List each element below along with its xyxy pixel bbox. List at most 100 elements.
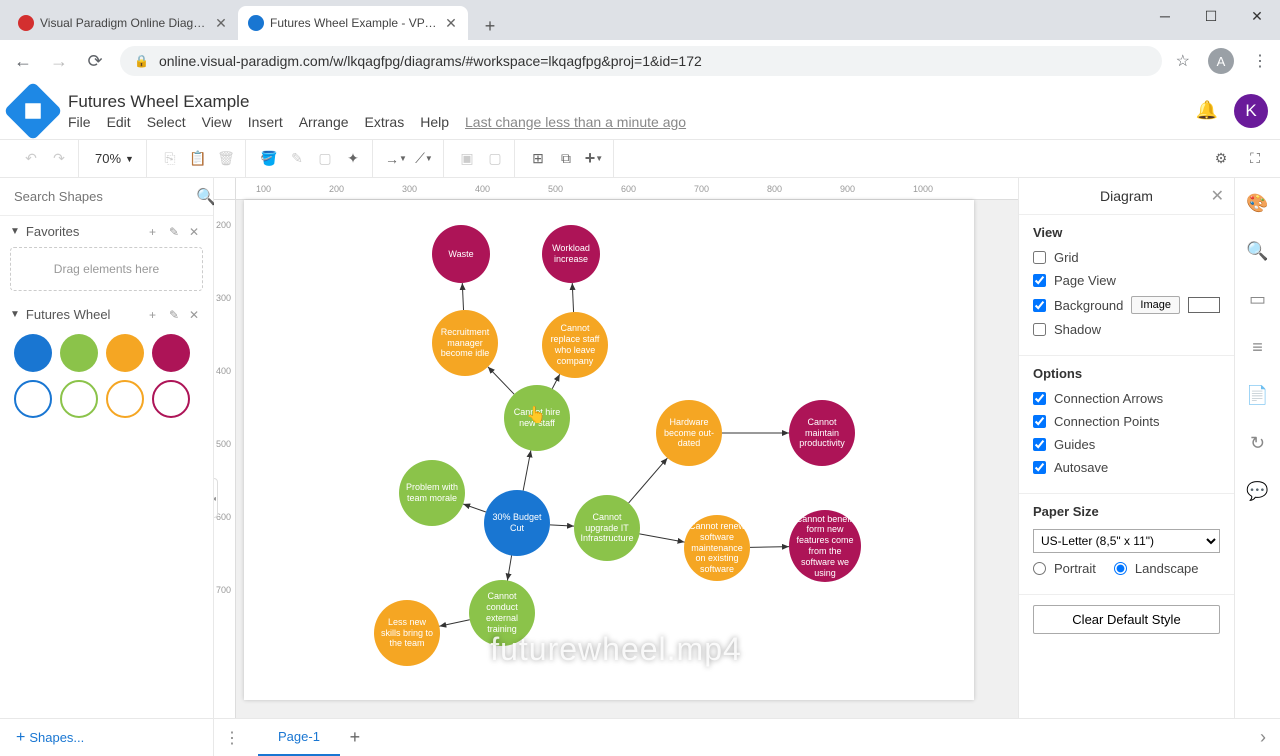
portrait-radio[interactable]	[1033, 562, 1046, 575]
menu-file[interactable]: File	[68, 114, 91, 130]
browser-tab-1[interactable]: Futures Wheel Example - VP Onl ✕	[238, 6, 468, 40]
undo-button[interactable]: ↶	[18, 146, 44, 172]
waypoint-button[interactable]: ⟋ ▼	[411, 146, 437, 172]
canvas-page[interactable]: 30% Budget Cut Cannot hire new staff Probl…	[244, 200, 974, 700]
paper-size-select[interactable]: US-Letter (8,5" x 11")	[1033, 529, 1220, 553]
minimize-button[interactable]: ─	[1142, 0, 1188, 32]
diagram-node-benefit[interactable]: Cannot benefit form new features come fr…	[789, 510, 861, 582]
landscape-radio[interactable]	[1114, 562, 1127, 575]
diagram-node-renew[interactable]: Cannot renew software maintenance on exi…	[684, 515, 750, 581]
connector-button[interactable]: → ▼	[383, 146, 409, 172]
more-icon[interactable]: ⋮	[1252, 51, 1268, 71]
delete-button[interactable]: 🗑	[213, 146, 239, 172]
last-change-link[interactable]: Last change less than a minute ago	[465, 114, 686, 130]
menu-arrange[interactable]: Arrange	[299, 114, 349, 130]
history-icon[interactable]: ↻	[1247, 432, 1269, 454]
maximize-button[interactable]: ☐	[1188, 0, 1234, 32]
menu-insert[interactable]: Insert	[248, 114, 283, 130]
menu-edit[interactable]: Edit	[107, 114, 131, 130]
add-icon[interactable]: +	[149, 225, 163, 239]
menu-view[interactable]: View	[202, 114, 232, 130]
shadow-button[interactable]: ▢	[312, 146, 338, 172]
fit-button[interactable]: ⊞	[525, 146, 551, 172]
comments-icon[interactable]: 💬	[1247, 480, 1269, 502]
edit-icon[interactable]: ✎	[169, 225, 183, 239]
favorites-header[interactable]: ▼ Favorites + ✎ ✕	[10, 224, 203, 239]
guides-checkbox[interactable]	[1033, 438, 1046, 451]
palette-shape-outline[interactable]	[106, 380, 144, 418]
star-icon[interactable]: ☆	[1176, 51, 1190, 71]
search-shapes-input[interactable]	[8, 183, 196, 210]
insert-button[interactable]: + ▼	[581, 146, 607, 172]
app-logo-icon[interactable]	[3, 81, 62, 140]
page-menu-icon[interactable]: ⋮	[214, 728, 250, 748]
diagram-node-productivity[interactable]: Cannot maintain productivity	[789, 400, 855, 466]
diagram-node-training[interactable]: Cannot conduct external training	[469, 580, 535, 646]
menu-extras[interactable]: Extras	[365, 114, 405, 130]
diagram-node-replace[interactable]: Cannot replace staff who leave company	[542, 312, 608, 378]
background-color-swatch[interactable]	[1188, 297, 1220, 313]
arrows-checkbox[interactable]	[1033, 392, 1046, 405]
fullscreen-icon[interactable]: ⛶	[1242, 146, 1268, 172]
diagram-node-skills[interactable]: Less new skills bring to the team	[374, 600, 440, 666]
user-avatar[interactable]: K	[1234, 94, 1268, 128]
document-title[interactable]: Futures Wheel Example	[68, 92, 1196, 112]
palette-shape-outline[interactable]	[60, 380, 98, 418]
paste-button[interactable]: 📋	[185, 146, 211, 172]
layout-button[interactable]: ⧉	[553, 146, 579, 172]
palette-shape[interactable]	[106, 334, 144, 372]
diagram-node-waste[interactable]: Waste	[432, 225, 490, 283]
outline-icon[interactable]: ▭	[1247, 288, 1269, 310]
page-tab-1[interactable]: Page-1	[258, 719, 340, 756]
add-icon[interactable]: +	[149, 308, 163, 322]
futures-wheel-header[interactable]: ▼ Futures Wheel + ✎ ✕	[10, 307, 203, 322]
redo-button[interactable]: ↷	[46, 146, 72, 172]
grid-checkbox[interactable]	[1033, 251, 1046, 264]
diagram-node-hardware[interactable]: Hardware become out-dated	[656, 400, 722, 466]
menu-select[interactable]: Select	[147, 114, 186, 130]
add-page-button[interactable]: +	[340, 727, 370, 748]
browser-tab-0[interactable]: Visual Paradigm Online Diagram ✕	[8, 6, 238, 40]
shadow-checkbox[interactable]	[1033, 323, 1046, 336]
clear-style-button[interactable]: Clear Default Style	[1033, 605, 1220, 634]
stroke-button[interactable]: ✎	[284, 146, 310, 172]
canvas[interactable]: 1002003004005006007008009001000 20030040…	[214, 178, 1018, 718]
diagram-node-recruit[interactable]: Recruitment manager become idle	[432, 310, 498, 376]
toback-button[interactable]: ▢	[482, 146, 508, 172]
palette-shape-outline[interactable]	[152, 380, 190, 418]
close-tab-icon[interactable]: ✕	[444, 16, 458, 30]
fill-button[interactable]: 🪣	[256, 146, 282, 172]
diagram-node-hire[interactable]: Cannot hire new staff	[504, 385, 570, 451]
menu-help[interactable]: Help	[420, 114, 449, 130]
settings-icon[interactable]: ⚙	[1208, 146, 1234, 172]
points-checkbox[interactable]	[1033, 415, 1046, 428]
close-window-button[interactable]: ✕	[1234, 0, 1280, 32]
palette-shape[interactable]	[60, 334, 98, 372]
diagram-node-morale[interactable]: Problem with team morale	[399, 460, 465, 526]
background-image-button[interactable]: Image	[1131, 296, 1180, 314]
layers-icon[interactable]: ≡	[1247, 336, 1269, 358]
shapes-button[interactable]: + Shapes...	[0, 719, 214, 756]
copy-button[interactable]: ⎘	[157, 146, 183, 172]
diagram-node-workload[interactable]: Workload increase	[542, 225, 600, 283]
diagram-node-budget[interactable]: 30% Budget Cut	[484, 490, 550, 556]
favorites-dropzone[interactable]: Drag elements here	[10, 247, 203, 291]
new-tab-button[interactable]: +	[476, 12, 504, 40]
collapse-handle[interactable]: ◂	[214, 478, 218, 518]
close-panel-icon[interactable]: ✕	[1211, 186, 1224, 206]
bell-icon[interactable]: 🔔	[1196, 100, 1218, 121]
pageview-checkbox[interactable]	[1033, 274, 1046, 287]
format-icon[interactable]: 🎨	[1247, 192, 1269, 214]
style-button[interactable]: ✦	[340, 146, 366, 172]
close-icon[interactable]: ✕	[189, 308, 203, 322]
pages-icon[interactable]: 📄	[1247, 384, 1269, 406]
search-icon[interactable]: 🔍	[196, 187, 216, 207]
palette-shape[interactable]	[14, 334, 52, 372]
close-tab-icon[interactable]: ✕	[214, 16, 228, 30]
background-checkbox[interactable]	[1033, 299, 1046, 312]
url-field[interactable]: 🔒 online.visual-paradigm.com/w/lkqagfpg/…	[120, 46, 1162, 76]
palette-shape-outline[interactable]	[14, 380, 52, 418]
profile-avatar[interactable]: A	[1208, 48, 1234, 74]
expand-icon[interactable]: ›	[1246, 727, 1280, 748]
diagram-node-upgrade[interactable]: Cannot upgrade IT Infrastructure	[574, 495, 640, 561]
